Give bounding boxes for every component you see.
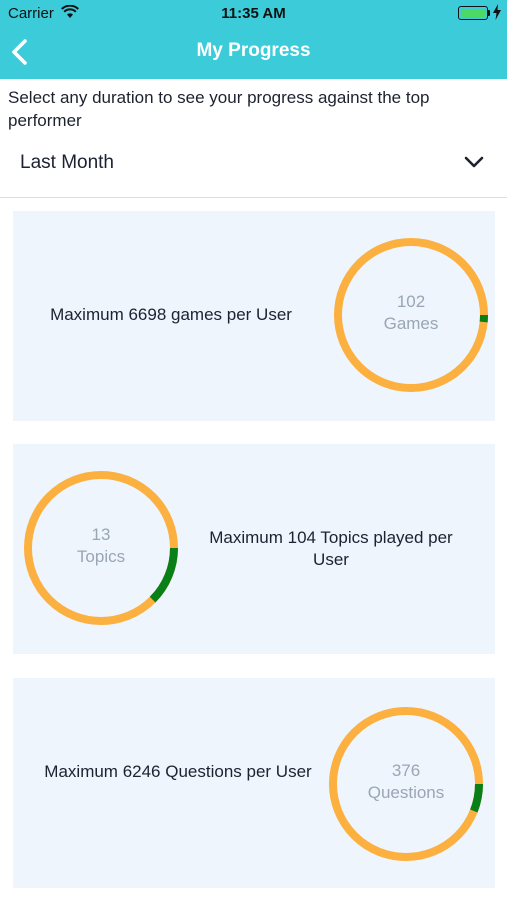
divider	[0, 197, 507, 198]
games-unit: Games	[383, 314, 439, 333]
topics-count: 13	[91, 525, 111, 544]
chevron-down-icon	[464, 156, 484, 168]
navigation-bar: Carrier 11:35 AM My Progress	[0, 0, 507, 79]
battery-icon	[458, 6, 488, 20]
questions-progress-card: Maximum 6246 Questions per User 376 Ques…	[13, 678, 495, 888]
topics-unit: Topics	[76, 547, 126, 566]
duration-instructions: Select any duration to see your progress…	[8, 88, 430, 130]
games-progress-card: Maximum 6698 games per User 102 Games	[13, 211, 495, 421]
page-title: My Progress	[196, 40, 311, 61]
questions-max-text: Maximum 6246 Questions per User	[44, 762, 312, 781]
questions-count: 376	[391, 761, 421, 780]
status-bar: Carrier 11:35 AM	[0, 0, 507, 28]
duration-selected-value: Last Month	[20, 152, 114, 173]
topics-progress-card: 13 Topics Maximum 104 Topics played per …	[13, 444, 495, 654]
charging-icon	[493, 4, 501, 20]
clock: 11:35 AM	[221, 5, 286, 22]
topics-progress-ring: 13 Topics	[24, 471, 178, 625]
games-progress-ring: 102 Games	[334, 238, 488, 392]
duration-dropdown[interactable]: Last Month	[0, 142, 507, 184]
questions-unit: Questions	[367, 783, 445, 802]
games-count: 102	[396, 292, 426, 311]
topics-max-text: Maximum 104 Topics played per User	[209, 528, 453, 569]
questions-progress-ring: 376 Questions	[329, 707, 483, 861]
games-max-text: Maximum 6698 games per User	[50, 305, 292, 324]
